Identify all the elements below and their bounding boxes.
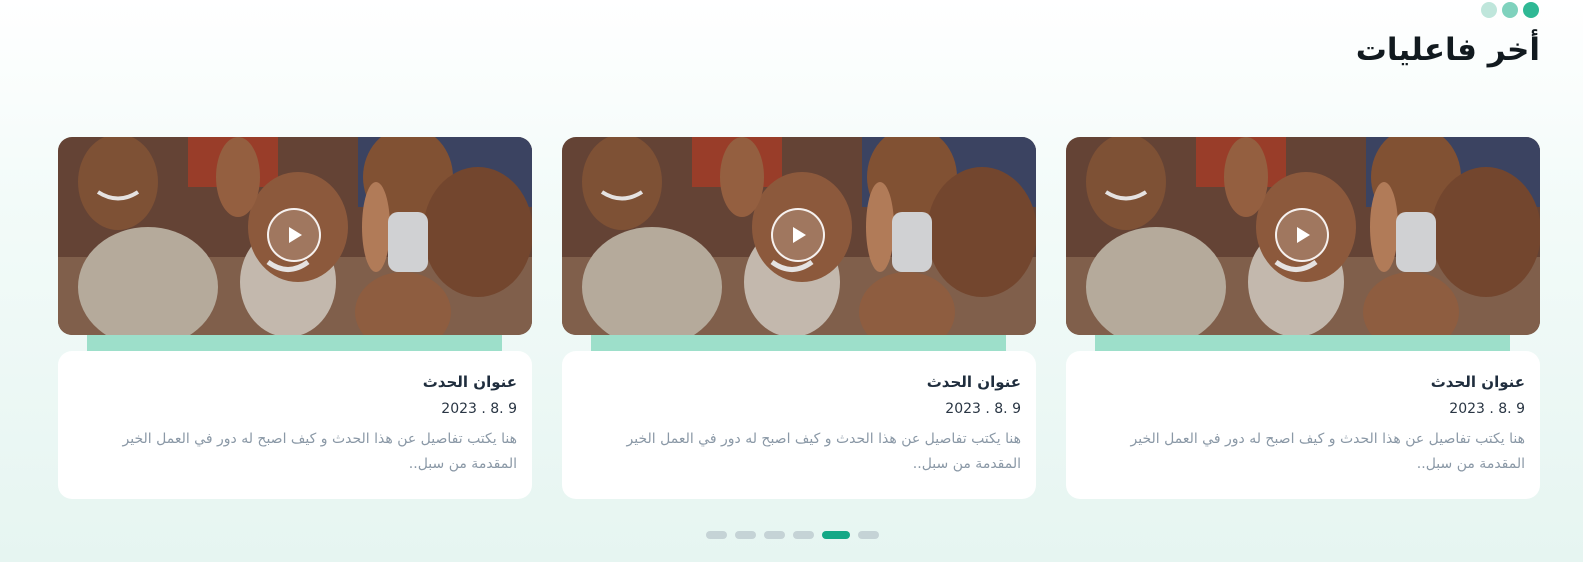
decorative-dot (1523, 2, 1539, 18)
play-button[interactable] (267, 208, 321, 262)
decorative-dot (1502, 2, 1518, 18)
pagination-dot[interactable] (858, 531, 879, 539)
accent-bar (87, 335, 502, 351)
accent-bar (591, 335, 1006, 351)
event-card-body: عنوان الحدث 2023 . 8. 9 هنا يكتب تفاصيل … (58, 351, 532, 499)
play-icon (289, 227, 302, 243)
event-image[interactable] (562, 137, 1036, 335)
accent-bar (1095, 335, 1510, 351)
event-date: 2023 . 8. 9 (945, 401, 1021, 417)
event-image[interactable] (58, 137, 532, 335)
event-description: هنا يكتب تفاصيل عن هذا الحدث و كيف اصبح … (1130, 431, 1525, 472)
decorative-dot (1481, 2, 1497, 18)
play-button[interactable] (771, 208, 825, 262)
event-image[interactable] (1066, 137, 1540, 335)
event-card[interactable]: عنوان الحدث 2023 . 8. 9 هنا يكتب تفاصيل … (1066, 137, 1540, 499)
event-title[interactable]: عنوان الحدث (98, 371, 517, 393)
pagination-dot[interactable] (735, 531, 756, 539)
event-title[interactable]: عنوان الحدث (1106, 371, 1525, 393)
event-description: هنا يكتب تفاصيل عن هذا الحدث و كيف اصبح … (626, 431, 1021, 472)
play-icon (1297, 227, 1310, 243)
pagination-dot[interactable] (822, 531, 850, 539)
event-card[interactable]: عنوان الحدث 2023 . 8. 9 هنا يكتب تفاصيل … (58, 137, 532, 499)
decorative-dots (1481, 2, 1539, 18)
carousel-pagination (706, 531, 879, 539)
pagination-dot[interactable] (793, 531, 814, 539)
event-date: 2023 . 8. 9 (441, 401, 517, 417)
event-date: 2023 . 8. 9 (1449, 401, 1525, 417)
event-card[interactable]: عنوان الحدث 2023 . 8. 9 هنا يكتب تفاصيل … (562, 137, 1036, 499)
play-button[interactable] (1275, 208, 1329, 262)
event-card-body: عنوان الحدث 2023 . 8. 9 هنا يكتب تفاصيل … (1066, 351, 1540, 499)
event-title[interactable]: عنوان الحدث (602, 371, 1021, 393)
section-title: أخر فاعليات (1355, 32, 1540, 68)
event-description: هنا يكتب تفاصيل عن هذا الحدث و كيف اصبح … (122, 431, 517, 472)
pagination-dot[interactable] (706, 531, 727, 539)
play-icon (793, 227, 806, 243)
event-card-body: عنوان الحدث 2023 . 8. 9 هنا يكتب تفاصيل … (562, 351, 1036, 499)
pagination-dot[interactable] (764, 531, 785, 539)
